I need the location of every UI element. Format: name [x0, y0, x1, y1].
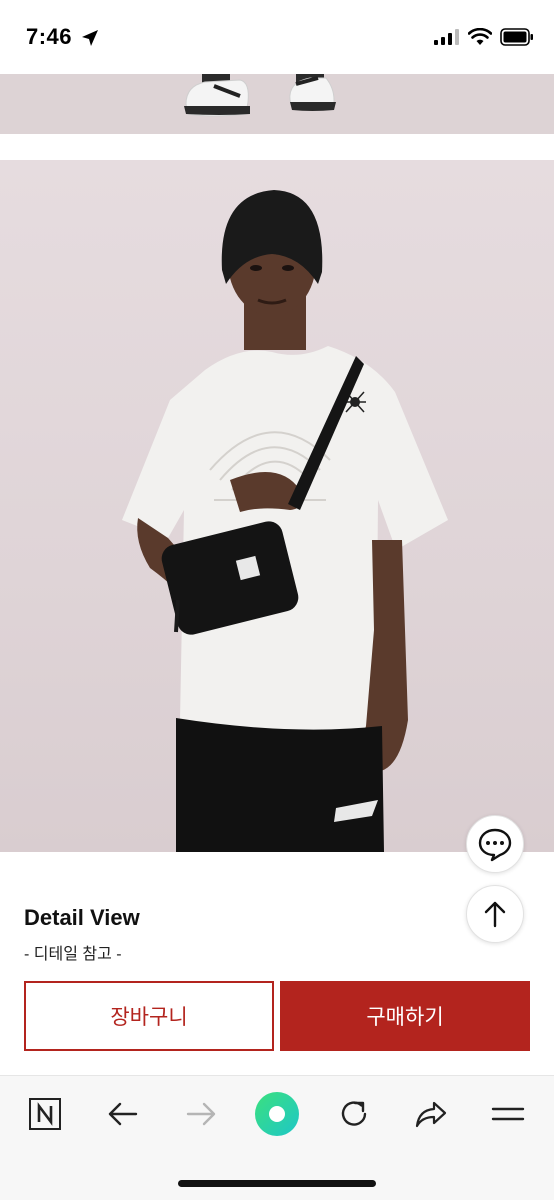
- scroll-top-button[interactable]: [466, 885, 524, 943]
- refresh-icon: [341, 1101, 367, 1126]
- detail-subtitle: - 디테일 참고 -: [24, 946, 122, 963]
- cellular-signal-icon: [434, 29, 459, 45]
- back-button[interactable]: [95, 1096, 151, 1132]
- location-arrow-icon: [82, 30, 98, 46]
- naver-n-icon: [29, 1098, 61, 1130]
- arrow-up-icon: [484, 901, 506, 928]
- back-arrow-icon: [108, 1102, 138, 1126]
- battery-icon: [500, 28, 533, 46]
- status-bar: 7:46: [0, 0, 554, 74]
- chat-button[interactable]: [466, 815, 524, 873]
- wifi-icon: [468, 28, 492, 45]
- sneakers-illustration: [184, 74, 336, 117]
- add-to-cart-button[interactable]: 장바구니: [24, 981, 274, 1051]
- model-illustration: [122, 190, 448, 852]
- detail-title: Detail View: [24, 905, 140, 930]
- share-icon: [415, 1101, 447, 1128]
- product-image-model: [0, 160, 554, 852]
- product-image-sneakers: [0, 74, 554, 134]
- status-icons: [434, 28, 534, 46]
- naver-home-button[interactable]: [17, 1096, 73, 1132]
- forward-button[interactable]: [173, 1096, 229, 1132]
- forward-arrow-icon: [186, 1102, 216, 1126]
- green-dot-button[interactable]: [249, 1092, 305, 1136]
- home-indicator: [178, 1180, 376, 1187]
- green-dot-icon: [255, 1092, 299, 1136]
- buy-now-button[interactable]: 구매하기: [280, 981, 530, 1051]
- status-time: 7:46: [26, 24, 73, 49]
- refresh-button[interactable]: [326, 1096, 382, 1132]
- menu-button[interactable]: [480, 1096, 536, 1132]
- share-button[interactable]: [403, 1096, 459, 1132]
- chat-bubble-icon: [478, 828, 512, 862]
- image-gap: [0, 134, 554, 160]
- menu-icon: [491, 1107, 525, 1121]
